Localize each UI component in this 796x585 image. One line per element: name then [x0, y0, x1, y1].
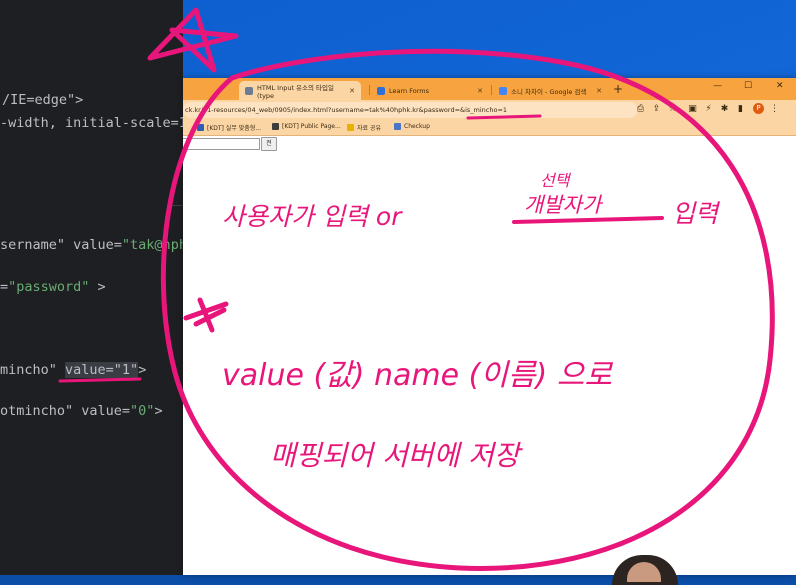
code-underline [58, 377, 142, 383]
url-underline [466, 114, 542, 120]
annotation-line3: 매핑되어 서버에 저장 [270, 439, 523, 472]
annotation-line1-stack-top: 선택 [540, 171, 572, 190]
star-doodle [147, 7, 239, 73]
star-mark [183, 297, 229, 333]
annotation-line1-left: 사용자가 입력 or [222, 202, 403, 231]
annotation-line1-stack-bottom: 개발자가 [524, 193, 604, 217]
circle-annotation [160, 48, 775, 571]
word-underline [512, 216, 664, 224]
annotation-line2: value (값) name (이름) 으로 [222, 358, 613, 393]
annotation-line1-right: 입력 [672, 199, 721, 228]
handwritten-annotation-layer: 사용자가 입력 or 선택 개발자가 입력 value (값) name (이름… [58, 7, 775, 571]
